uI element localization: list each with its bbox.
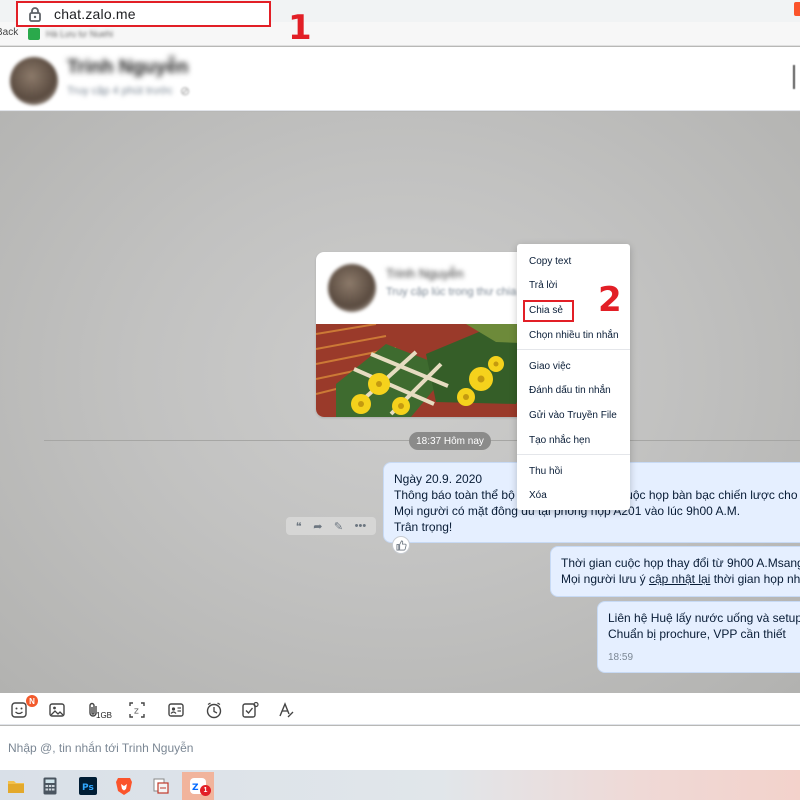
photoshop-label: Ps [82,783,94,793]
message-input[interactable] [0,726,800,770]
contact-status: Truy cập 4 phút trước [67,85,173,97]
clock-icon[interactable] [203,699,225,721]
composer-toolbar: N 1GB Z [0,693,800,725]
address-bar[interactable]: chat.zalo.me [16,1,271,27]
update-link[interactable]: cập nhật lại [649,572,710,586]
message-line: Chuẩn bị prochure, VPP cần thiết [608,627,786,641]
message-hover-actions: ❝ ➦ ✎ ••• [286,517,376,535]
menu-divider [517,454,630,455]
url-text[interactable]: chat.zalo.me [54,6,136,22]
step-1-annotation: 1 [288,8,312,48]
forward-icon[interactable]: ➦ [313,520,322,533]
svg-text:Z: Z [192,783,199,793]
zalo-notification-badge: 1 [200,785,211,796]
message-time: 18:59 [608,652,634,663]
image-icon[interactable] [46,699,68,721]
message-line: Thời gian cuộc họp thay đổi từ 9h00 A.Ms… [561,556,800,570]
card-subtitle: Truy cập lúc trong thư chia sẻ [386,286,532,298]
windows-taskbar: Ps Z 1 [0,770,800,800]
zalo-app-icon[interactable]: Z 1 [182,772,214,800]
message-bubble[interactable]: Thời gian cuộc họp thay đổi từ 9h00 A.Ms… [550,546,800,597]
task-icon[interactable] [239,699,261,721]
calculator-icon[interactable] [34,772,66,800]
brave-browser-icon[interactable] [108,772,140,800]
tag-icon[interactable]: ⊘ [180,84,190,98]
contact-card-icon[interactable] [165,699,187,721]
time-divider-label: 18:37 Hôm nay [409,432,491,450]
lock-icon[interactable] [28,6,42,22]
brave-icon[interactable] [794,2,800,16]
menu-create-reminder[interactable]: Tạo nhắc hẹn [529,435,590,446]
file-explorer-icon[interactable] [0,772,32,800]
chat-area: Trinh Nguyễn Truy cập lúc trong thư chia… [0,112,800,693]
chat-header: Trinh Nguyễn Truy cập 4 phút trước ⊘ [0,47,800,111]
avatar[interactable] [10,57,58,105]
like-icon[interactable] [392,536,410,554]
menu-copy-text[interactable]: Copy text [529,256,571,267]
message-text: thời gian họp nhé. [713,572,800,586]
back-label[interactable]: Back [0,27,18,38]
contact-name[interactable]: Trinh Nguyễn [67,57,188,79]
menu-delete[interactable]: Xóa [529,490,547,501]
message-line: Liên hệ Huệ lấy nước uống và setup p [608,611,800,625]
more-icon[interactable]: ••• [355,520,367,532]
text-format-icon[interactable] [275,699,297,721]
bookmark-favicon-icon[interactable] [28,28,40,40]
menu-recall[interactable]: Thu hồi [529,466,562,477]
menu-bookmark-message[interactable]: Đánh dấu tin nhắn [529,385,611,396]
menu-send-to-file-transfer[interactable]: Gửi vào Truyền File [529,410,617,421]
share-highlight-box [523,300,574,322]
photoshop-icon[interactable]: Ps [72,772,104,800]
avatar [328,264,376,312]
card-sender-name: Trinh Nguyễn [386,266,464,281]
menu-select-multiple[interactable]: Chọn nhiều tin nhắn [529,330,619,341]
screenshot-icon[interactable]: Z [126,699,148,721]
menu-divider [517,349,630,350]
header-action-icon[interactable] [793,65,800,89]
file-size-label: 1GB [96,711,113,720]
message-line: Mọi người lưu ý cập nhật lại thời gian h… [561,571,800,587]
edit-icon[interactable]: ✎ [334,520,343,533]
quote-icon[interactable]: ❝ [296,520,302,533]
sticker-badge: N [26,695,38,707]
shared-photo-message[interactable]: Trinh Nguyễn Truy cập lúc trong thư chia… [316,252,546,417]
step-2-annotation: 2 [598,280,622,320]
menu-assign-task[interactable]: Giao việc [529,361,571,372]
message-bubble[interactable]: Liên hệ Huệ lấy nước uống và setup p Chu… [597,601,800,673]
message-line: Trân trọng! [394,520,453,534]
snipping-tool-icon[interactable] [145,772,177,800]
svg-text:Z: Z [134,708,139,716]
banh-chung-photo[interactable] [316,324,546,417]
bookmark-label[interactable]: Hà Lưu tư Nuehi [46,29,113,39]
message-text: Mọi người lưu ý [561,572,649,586]
menu-reply[interactable]: Trả lời [529,280,557,291]
